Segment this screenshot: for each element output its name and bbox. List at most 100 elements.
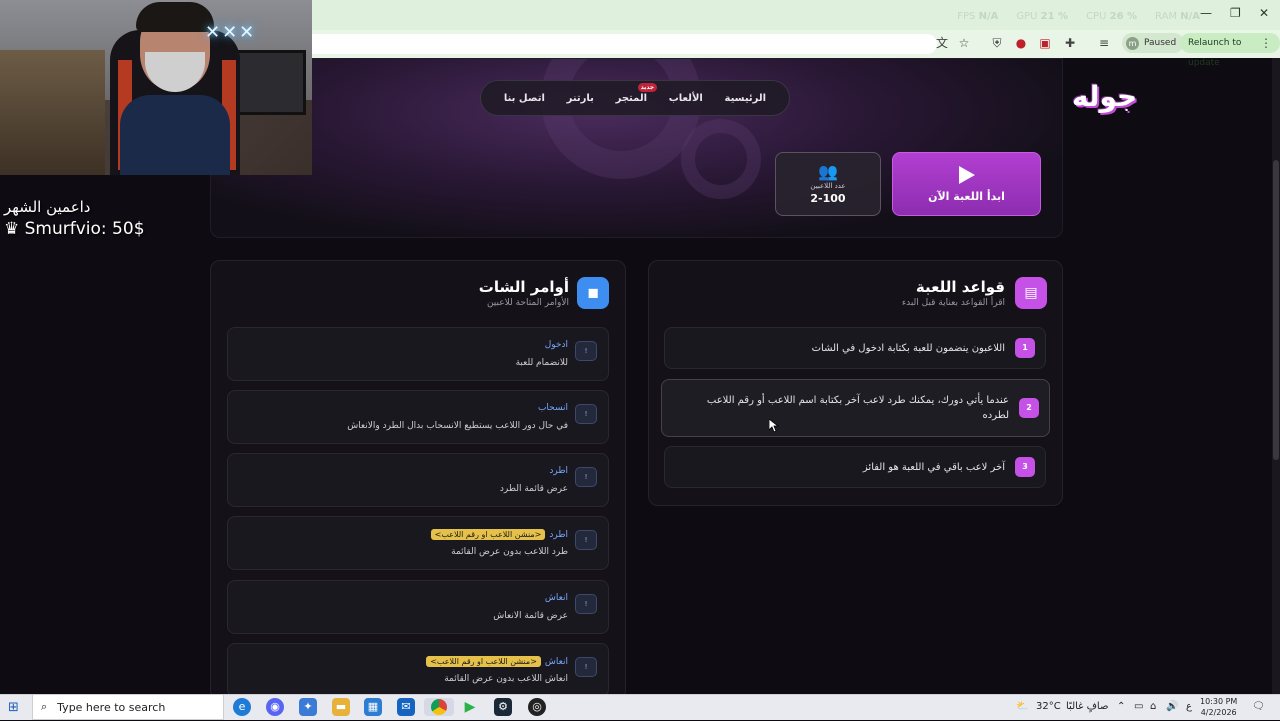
nav-contact[interactable]: اتصل بنا [504, 93, 545, 104]
webcam-shelf [0, 50, 105, 175]
reading-list-icon[interactable]: ≡ [1096, 35, 1112, 51]
rule-item: 2 عندما يأتي دورك، يمكنك طرد لاعب آخر بك… [661, 379, 1050, 437]
edge-icon[interactable]: e [233, 698, 251, 716]
volume-icon[interactable]: 🔊 [1166, 701, 1178, 712]
profile-paused-button[interactable]: m Paused [1122, 33, 1185, 53]
rule-item: 1 اللاعبون ينضمون للعبة بكتابة ادخول في … [664, 327, 1046, 369]
file-explorer-icon[interactable]: ▬ [332, 698, 350, 716]
rule-text: اللاعبون ينضمون للعبة بكتابة ادخول في ال… [811, 342, 1005, 354]
taskbar-clock[interactable]: 10:30 PM 4/2/2026 [1200, 696, 1237, 718]
commands-subtitle: الأوامر المتاحة للاعبين [486, 298, 569, 308]
bookmark-star-icon[interactable]: ☆ [956, 35, 972, 51]
minimize-icon[interactable]: — [1200, 6, 1212, 20]
search-icon: ⌕ [41, 700, 48, 713]
record-extension-icon[interactable]: ● [1013, 35, 1029, 51]
fps-label: FPS [957, 11, 976, 22]
restore-icon[interactable]: ❐ [1230, 6, 1241, 20]
rules-title: قواعد اللعبة [915, 278, 1005, 296]
rule-text: آخر لاعب باقي في اللعبة هو الفائز [862, 461, 1005, 473]
profile-avatar: m [1126, 36, 1139, 50]
command-description: عرض قائمة الانعاش [493, 611, 568, 621]
command-icon: ! [575, 467, 597, 487]
network-icon[interactable]: ⌂ [1150, 701, 1156, 712]
steam-icon[interactable]: ⚙ [494, 698, 512, 716]
command-item: ! اطرد عرض قائمة الطرد [227, 453, 609, 507]
top-supporter: ♛ Smurfvio: 50$ [4, 219, 145, 239]
discord-icon[interactable]: ◉ [266, 698, 284, 716]
webcam-person-hair [136, 2, 214, 32]
site-nav: الرئيسية الألعاب المتجر جديد بارتنر اتصل … [480, 80, 790, 116]
clock-time: 10:30 PM [1200, 697, 1238, 706]
cpu-value: 26 % [1109, 11, 1138, 22]
notifications-icon[interactable]: 🗨 [1252, 701, 1265, 712]
command-description: للانضمام للعبة [515, 358, 568, 368]
weather-temp[interactable]: 32°C [1036, 701, 1061, 712]
clock-date: 4/2/2026 [1200, 708, 1237, 717]
command-item: ! انسحاب في حال دور اللاعب يستطيع الانسح… [227, 390, 609, 444]
command-item: ! انعاش <منشن اللاعب او رقم اللاعب> انعاش… [227, 643, 609, 697]
chrome-logo [431, 699, 447, 715]
command-keyword: انعاش [544, 593, 568, 603]
chrome-icon[interactable] [424, 698, 454, 716]
command-argument: <منشن اللاعب او رقم اللاعب> [426, 656, 541, 667]
close-icon[interactable]: ✕ [1259, 6, 1269, 20]
command-name: انسحاب [538, 403, 568, 413]
media-player-icon[interactable]: ▶ [461, 698, 479, 716]
supporters-overlay: داعمين الشهر ♛ Smurfvio: 50$ [4, 196, 145, 240]
players-label: عدد اللاعبين [810, 181, 846, 190]
players-value: 2-100 [810, 191, 846, 205]
rule-number: 2 [1019, 398, 1039, 418]
new-badge: جديد [637, 82, 658, 92]
weather-text[interactable]: صافٍ غالبًا [1066, 701, 1108, 712]
webcam-overlay: ✕✕✕ [0, 0, 312, 175]
obs-icon[interactable]: ◎ [528, 698, 546, 716]
scrollbar-thumb[interactable] [1273, 160, 1279, 460]
command-description: في حال دور اللاعب يستطيع الانسحاب بدال ا… [347, 421, 568, 431]
hero-decoration [681, 119, 761, 199]
nav-home[interactable]: الرئيسية [725, 93, 767, 104]
copilot-icon[interactable]: ✦ [299, 698, 317, 716]
outlook-icon[interactable]: ✉ [397, 698, 415, 716]
command-keyword: انعاش [544, 656, 568, 667]
windows-start-icon[interactable]: ⊞ [8, 700, 19, 715]
ram-value: N/A [1180, 11, 1200, 22]
nav-store[interactable]: المتجر جديد [615, 82, 658, 104]
command-name: اطرد [549, 466, 568, 476]
video-extension-icon[interactable]: ▣ [1037, 35, 1053, 51]
command-icon: ! [575, 594, 597, 614]
webcam-monitor [236, 50, 306, 115]
command-argument: <منشن اللاعب او رقم اللاعب> [430, 529, 546, 540]
address-bar[interactable] [312, 34, 937, 54]
tray-expand-icon[interactable]: ⌃ [1117, 701, 1125, 712]
weather-icon[interactable]: ⛅ [1016, 701, 1028, 712]
taskbar-search[interactable]: ⌕ Type here to search [32, 694, 224, 720]
nav-games[interactable]: الألعاب [669, 93, 703, 104]
players-count-card: 👥 عدد اللاعبين 2-100 [775, 152, 881, 216]
store-icon[interactable]: ▦ [364, 698, 382, 716]
play-icon [958, 165, 975, 184]
translate-icon[interactable]: 文 [934, 35, 950, 51]
more-menu-icon[interactable]: ⋮ [1258, 35, 1274, 51]
ram-label: RAM [1155, 11, 1178, 22]
fps-value: N/A [978, 11, 999, 22]
shield-extension-icon[interactable]: ⛨ [989, 35, 1005, 51]
cpu-label: CPU [1086, 11, 1107, 22]
rules-subtitle: اقرأ القواعد بعناية قبل البدء [901, 298, 1005, 308]
chat-icon: ◼ [577, 277, 609, 309]
extensions-puzzle-icon[interactable]: ✚ [1062, 35, 1078, 51]
start-game-label: ابدأ اللعبة الآن [928, 189, 1005, 203]
paused-label: Paused [1144, 38, 1177, 48]
tray-app-icon[interactable]: ▭ [1134, 701, 1143, 712]
nav-partner[interactable]: بارتنر [567, 93, 594, 104]
command-keyword: اطرد [549, 529, 568, 540]
site-logo[interactable]: جوله [1072, 80, 1137, 113]
command-icon: ! [575, 657, 597, 677]
language-indicator[interactable]: ع [1186, 701, 1192, 712]
neon-sign: ✕✕✕ [205, 22, 257, 43]
search-placeholder: Type here to search [57, 700, 166, 714]
start-game-button[interactable]: ابدأ اللعبة الآن [892, 152, 1041, 216]
gpu-value: 21 % [1040, 11, 1069, 22]
command-item: ! اطرد <منشن اللاعب او رقم اللاعب> طرد ال… [227, 516, 609, 570]
command-item: ! ادخول للانضمام للعبة [227, 327, 609, 381]
nav-store-label: المتجر [615, 92, 648, 104]
